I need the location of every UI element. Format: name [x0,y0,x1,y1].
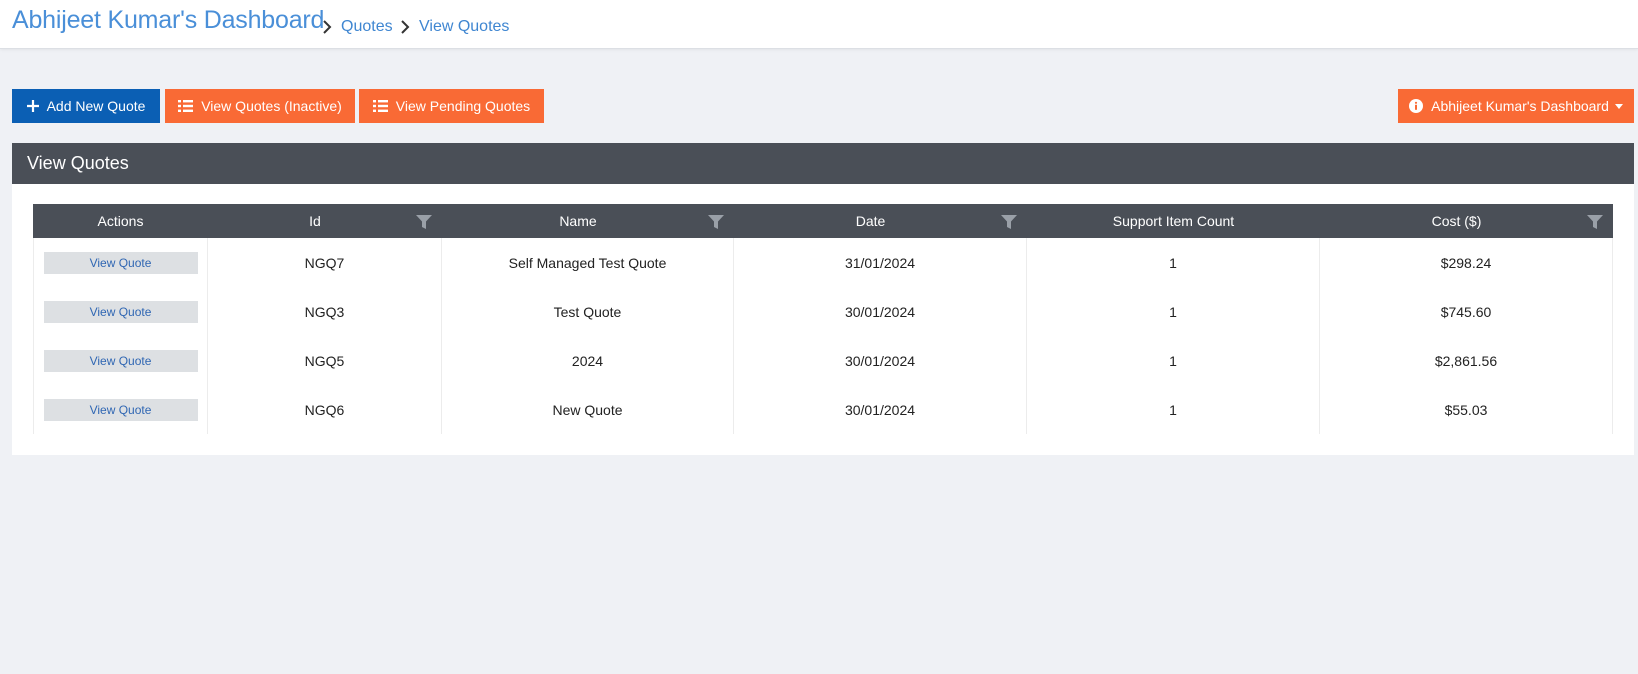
view-inactive-quotes-label: View Quotes (Inactive) [201,98,342,114]
panel-title: View Quotes [12,143,1634,184]
column-header-id[interactable]: Id [208,204,442,238]
view-quote-button[interactable]: View Quote [43,300,198,323]
column-header-actions: Actions [97,213,144,229]
filter-icon[interactable] [1001,215,1017,232]
cell-date: 30/01/2024 [734,385,1027,434]
cell-date: 30/01/2024 [734,287,1027,336]
cell-id: NGQ7 [208,238,442,287]
chevron-right-icon [320,17,334,37]
column-header-name[interactable]: Name [442,204,734,238]
chevron-right-icon [398,17,412,37]
cell-cost: $55.03 [1320,385,1613,434]
add-new-quote-label: Add New Quote [46,98,146,114]
cell-name: 2024 [442,336,734,385]
cell-id: NGQ3 [208,287,442,336]
app-title[interactable]: Abhijeet Kumar's Dashboard [12,6,324,35]
cell-support-item-count: 1 [1027,336,1320,385]
cell-support-item-count: 1 [1027,385,1320,434]
cell-date: 30/01/2024 [734,336,1027,385]
filter-icon[interactable] [1587,215,1603,232]
cell-name: New Quote [442,385,734,434]
quotes-table: Actions Id Name Date Support Item Count … [33,204,1613,434]
filter-icon[interactable] [708,215,724,232]
view-quote-button[interactable]: View Quote [43,398,198,421]
info-circle-icon [1409,99,1424,113]
view-quotes-panel: View Quotes Actions Id Name Date Support… [12,143,1634,455]
dashboard-dropdown-label: Abhijeet Kumar's Dashboard [1431,98,1609,114]
cell-id: NGQ5 [208,336,442,385]
list-icon [372,100,388,112]
table-row: View Quote NGQ3 Test Quote 30/01/2024 1 … [33,287,1613,336]
cell-cost: $298.24 [1320,238,1613,287]
table-row: View Quote NGQ5 2024 30/01/2024 1 $2,861… [33,336,1613,385]
column-header-cost[interactable]: Cost ($) [1320,204,1613,238]
view-quote-button[interactable]: View Quote [43,251,198,274]
view-pending-quotes-button[interactable]: View Pending Quotes [359,89,544,123]
cell-support-item-count: 1 [1027,287,1320,336]
view-inactive-quotes-button[interactable]: View Quotes (Inactive) [165,89,355,123]
cell-name: Test Quote [442,287,734,336]
add-new-quote-button[interactable]: Add New Quote [12,89,160,123]
cell-id: NGQ6 [208,385,442,434]
dashboard-dropdown-button[interactable]: Abhijeet Kumar's Dashboard [1398,89,1634,123]
cell-support-item-count: 1 [1027,238,1320,287]
column-header-support-item-count: Support Item Count [1112,213,1235,229]
table-header: Actions Id Name Date Support Item Count … [33,204,1613,238]
view-pending-quotes-label: View Pending Quotes [395,98,531,114]
cell-name: Self Managed Test Quote [442,238,734,287]
caret-down-icon [1614,103,1623,109]
breadcrumb-view-quotes[interactable]: View Quotes [419,18,509,36]
table-row: View Quote NGQ7 Self Managed Test Quote … [33,238,1613,287]
breadcrumb-quotes[interactable]: Quotes [341,18,393,36]
top-bar: Abhijeet Kumar's Dashboard Quotes View Q… [0,0,1638,49]
cell-cost: $2,861.56 [1320,336,1613,385]
cell-cost: $745.60 [1320,287,1613,336]
table-row: View Quote NGQ6 New Quote 30/01/2024 1 $… [33,385,1613,434]
cell-date: 31/01/2024 [734,238,1027,287]
view-quote-button[interactable]: View Quote [43,349,198,372]
list-icon [178,100,194,112]
column-header-date[interactable]: Date [734,204,1027,238]
filter-icon[interactable] [416,215,432,232]
plus-icon [26,100,39,112]
